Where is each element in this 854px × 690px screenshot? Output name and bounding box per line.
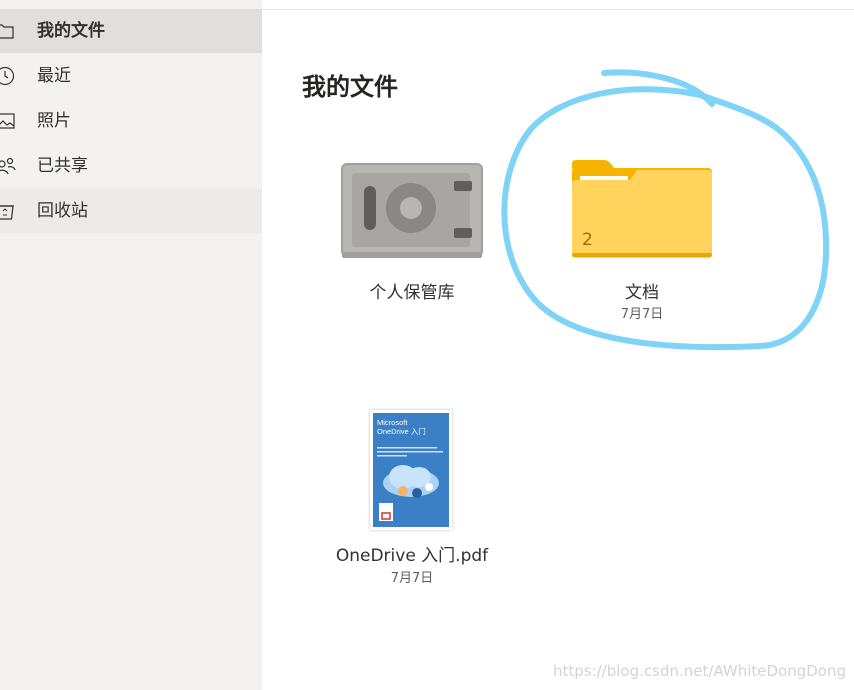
sidebar: 我的文件 最近 照片 已共享 回收站 [0, 0, 262, 690]
sidebar-item-label: 我的文件 [37, 21, 105, 41]
tile-name: 个人保管库 [369, 283, 455, 303]
sidebar-item-photos[interactable]: 照片 [0, 99, 262, 143]
pdf-thumbnail: Microsoft OneDrive 入门 [370, 410, 452, 530]
header-divider [262, 9, 854, 10]
sidebar-item-label: 已共享 [37, 156, 88, 176]
watermark: https://blog.csdn.net/AWhiteDongDong [552, 662, 846, 680]
vault-safe-icon [341, 163, 483, 258]
personal-vault-tile[interactable]: 个人保管库 [292, 150, 532, 310]
tile-date: 7月7日 [620, 307, 664, 322]
sidebar-item-label: 照片 [37, 111, 71, 131]
pdf-file-tile[interactable]: Microsoft OneDrive 入门 OneDrive 入门.pdf 7月… [292, 410, 532, 595]
item-count-badge: 2 [582, 230, 593, 250]
folder-icon [0, 24, 14, 39]
sidebar-item-label: 最近 [37, 66, 71, 86]
image-icon [0, 113, 15, 129]
sidebar-item-my-files[interactable]: 我的文件 [0, 9, 262, 53]
sidebar-item-shared[interactable]: 已共享 [0, 144, 262, 188]
sidebar-item-label: 回收站 [37, 201, 88, 221]
tile-date: 7月7日 [390, 571, 434, 586]
sidebar-item-recent[interactable]: 最近 [0, 54, 262, 98]
clock-icon [0, 66, 15, 86]
tile-name: 文档 [625, 283, 659, 303]
people-icon [0, 157, 16, 175]
tile-name: OneDrive 入门.pdf [335, 546, 489, 566]
pdf-cover-title: Microsoft OneDrive 入门 [377, 418, 426, 436]
documents-folder-tile[interactable]: 2 文档 7月7日 [522, 150, 762, 330]
sidebar-item-recycle-bin[interactable]: 回收站 [0, 189, 262, 233]
recycle-bin-icon [0, 205, 14, 220]
page-title: 我的文件 [302, 73, 398, 101]
